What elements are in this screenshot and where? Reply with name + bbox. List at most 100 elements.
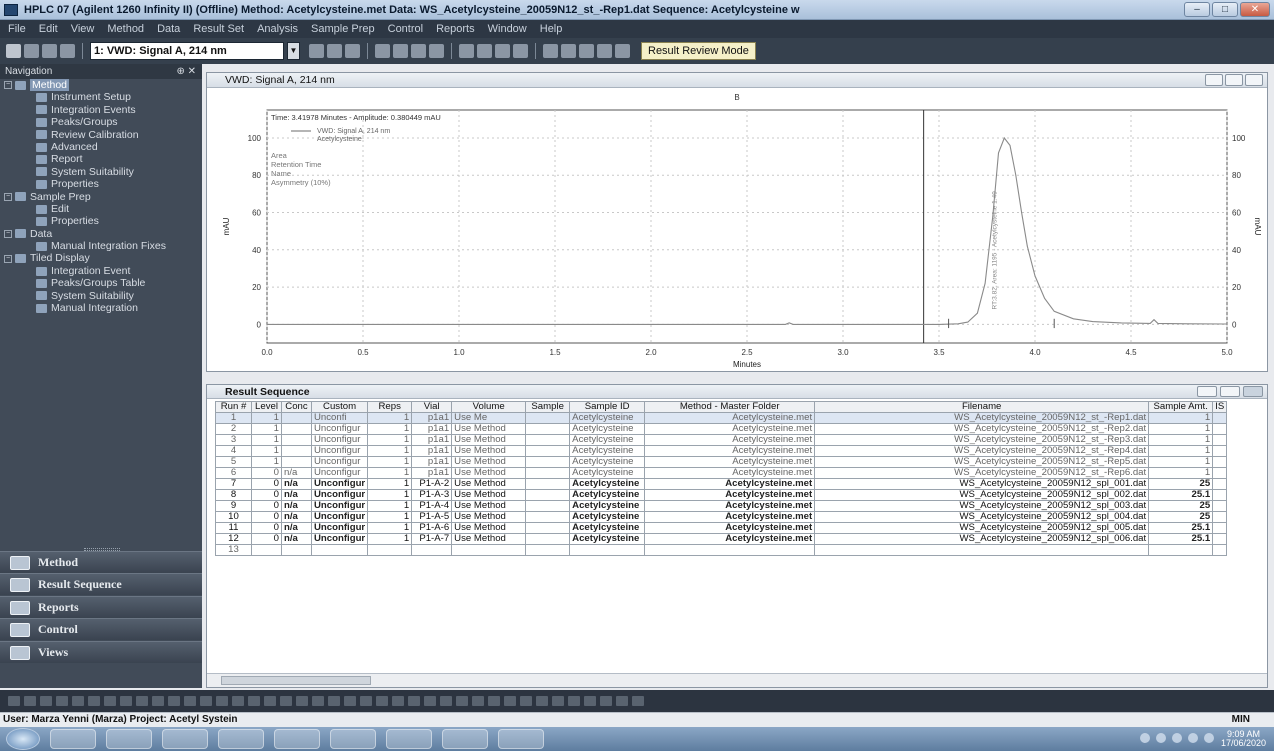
- bottom-tool-icon[interactable]: [616, 696, 628, 706]
- bottom-tool-icon[interactable]: [120, 696, 132, 706]
- menu-reports[interactable]: Reports: [436, 23, 475, 35]
- nav-button-reports[interactable]: Reports: [0, 596, 202, 618]
- table-row[interactable]: 5 1 Unconfigur 1 p1a1 Use Method Acetylcystein…: [215, 456, 1228, 468]
- nav-item-report[interactable]: Report: [0, 153, 202, 165]
- cell-sample-id[interactable]: Acetylcysteine: [569, 489, 646, 501]
- cell-method[interactable]: Acetylcysteine.met: [644, 456, 816, 468]
- cell-amt[interactable]: [1148, 544, 1214, 556]
- cell-volume[interactable]: Use Method: [451, 489, 527, 501]
- table-row[interactable]: 8 0 n/a Unconfigur 1 P1-A-3 Use Method Acetylcy…: [215, 489, 1228, 501]
- cell-volume[interactable]: Use Method: [451, 456, 527, 468]
- cell-run[interactable]: 5: [215, 456, 252, 468]
- taskbar-explorer-icon[interactable]: [106, 729, 152, 749]
- cell-level[interactable]: [251, 544, 282, 556]
- bottom-tool-icon[interactable]: [488, 696, 500, 706]
- nav-item-properties[interactable]: Properties: [0, 215, 202, 227]
- cell-volume[interactable]: Use Method: [451, 500, 527, 512]
- cell-is[interactable]: [1212, 489, 1228, 501]
- cell-level[interactable]: 0: [251, 511, 282, 523]
- cell-volume[interactable]: Use Method: [451, 445, 527, 457]
- cell-amt[interactable]: 25: [1148, 500, 1214, 512]
- table-row[interactable]: 10 0 n/a Unconfigur 1 P1-A-5 Use Method Acetylc…: [215, 511, 1228, 523]
- cell-reps[interactable]: 1: [367, 511, 413, 523]
- cell-conc[interactable]: [281, 456, 312, 468]
- cell-filename[interactable]: WS_Acetylcysteine_20059N12_st_-Rep3.dat: [814, 434, 1150, 446]
- cell-vial[interactable]: p1a1: [411, 467, 453, 479]
- bottom-tool-icon[interactable]: [232, 696, 244, 706]
- cell-level[interactable]: 0: [251, 522, 282, 534]
- bottom-tool-icon[interactable]: [40, 696, 52, 706]
- nav-button-method[interactable]: Method: [0, 551, 202, 573]
- cell-run[interactable]: 8: [215, 489, 252, 501]
- cell-sample-id[interactable]: Acetylcysteine: [569, 412, 646, 424]
- network-icon[interactable]: [1204, 733, 1214, 743]
- cell-custom[interactable]: Unconfigur: [310, 445, 369, 457]
- cell-filename[interactable]: [814, 544, 1150, 556]
- cell-volume[interactable]: Use Method: [451, 511, 527, 523]
- cell-filename[interactable]: WS_Acetylcysteine_20059N12_spl_002.dat: [814, 489, 1150, 501]
- zoom-icon[interactable]: [411, 44, 426, 58]
- cell-volume[interactable]: Use Method: [451, 522, 527, 534]
- cell-is[interactable]: [1212, 544, 1228, 556]
- scrollbar-thumb[interactable]: [221, 676, 371, 685]
- taskbar-window-icon[interactable]: [442, 729, 488, 749]
- copy-icon[interactable]: [327, 44, 342, 58]
- cell-conc[interactable]: n/a: [281, 489, 312, 501]
- nav-button-result-sequence[interactable]: Result Sequence: [0, 573, 202, 595]
- cell-sample[interactable]: [525, 489, 571, 501]
- table-row[interactable]: 3 1 Unconfigur 1 p1a1 Use Method Acetylcystein…: [215, 434, 1228, 446]
- cell-amt[interactable]: 25: [1148, 478, 1214, 490]
- cell-sample[interactable]: [525, 412, 571, 424]
- cell-method[interactable]: Acetylcysteine.met: [644, 423, 816, 435]
- nav-item-integration-events[interactable]: Integration Events: [0, 104, 202, 116]
- result-review-mode-badge[interactable]: Result Review Mode: [641, 42, 756, 60]
- nav-item-system-suitability[interactable]: System Suitability: [0, 166, 202, 178]
- cell-sample-id[interactable]: Acetylcysteine: [569, 478, 646, 490]
- cell-run[interactable]: 9: [215, 500, 252, 512]
- cell-conc[interactable]: n/a: [281, 500, 312, 512]
- bottom-tool-icon[interactable]: [280, 696, 292, 706]
- menu-help[interactable]: Help: [540, 23, 563, 35]
- cell-amt[interactable]: 1: [1148, 467, 1214, 479]
- cell-sample[interactable]: [525, 544, 571, 556]
- tray-icon[interactable]: [1156, 733, 1166, 743]
- cell-filename[interactable]: WS_Acetylcysteine_20059N12_st_-Rep4.dat: [814, 445, 1150, 457]
- navigation-pin-close-icon[interactable]: ⊕ ✕: [176, 64, 196, 79]
- cell-conc[interactable]: n/a: [281, 533, 312, 545]
- cell-filename[interactable]: WS_Acetylcysteine_20059N12_st_-Rep5.dat: [814, 456, 1150, 468]
- expander-icon[interactable]: −: [4, 254, 12, 263]
- cell-level[interactable]: 0: [251, 478, 282, 490]
- cell-vial[interactable]: p1a1: [411, 412, 453, 424]
- pause-icon[interactable]: [579, 44, 594, 58]
- table-row[interactable]: 13: [215, 544, 1228, 556]
- table-row[interactable]: 1 1 Unconfi 1 p1a1 Use Me Acetylcysteine Acetyl…: [215, 412, 1228, 424]
- nav-button-control[interactable]: Control: [0, 618, 202, 640]
- bottom-tool-icon[interactable]: [584, 696, 596, 706]
- chromatogram-plot[interactable]: 0 0 20 20 40 40 60 60 80 80 100 100 0.0 0.5 1.0 1.5 2.0 2…: [207, 88, 1267, 371]
- column-header[interactable]: Reps: [367, 401, 413, 413]
- menu-analysis[interactable]: Analysis: [257, 23, 298, 35]
- print-icon[interactable]: [60, 44, 75, 58]
- chart-close-button[interactable]: [1245, 74, 1263, 86]
- cell-level[interactable]: 1: [251, 412, 282, 424]
- nav-item-properties[interactable]: Properties: [0, 178, 202, 190]
- tray-icon[interactable]: [1140, 733, 1150, 743]
- cell-method[interactable]: Acetylcysteine.met: [644, 467, 816, 479]
- cell-sample-id[interactable]: Acetylcysteine: [569, 511, 646, 523]
- bottom-tool-icon[interactable]: [200, 696, 212, 706]
- table-row[interactable]: 12 0 n/a Unconfigur 1 P1-A-7 Use Method Acetylc…: [215, 533, 1228, 545]
- volume-icon[interactable]: [1188, 733, 1198, 743]
- bottom-tool-icon[interactable]: [504, 696, 516, 706]
- cell-level[interactable]: 1: [251, 445, 282, 457]
- cell-amt[interactable]: 1: [1148, 423, 1214, 435]
- cell-volume[interactable]: Use Method: [451, 533, 527, 545]
- cell-vial[interactable]: p1a1: [411, 456, 453, 468]
- cell-conc[interactable]: [281, 423, 312, 435]
- column-header[interactable]: Conc: [281, 401, 312, 413]
- table-row[interactable]: 7 0 n/a Unconfigur 1 P1-A-2 Use Method Acetylcy…: [215, 478, 1228, 490]
- taskbar-excel-icon[interactable]: [274, 729, 320, 749]
- nav-item-review-calibration[interactable]: Review Calibration: [0, 129, 202, 141]
- expander-icon[interactable]: −: [4, 81, 12, 90]
- cell-method[interactable]: Acetylcysteine.met: [644, 489, 816, 501]
- bottom-tool-icon[interactable]: [88, 696, 100, 706]
